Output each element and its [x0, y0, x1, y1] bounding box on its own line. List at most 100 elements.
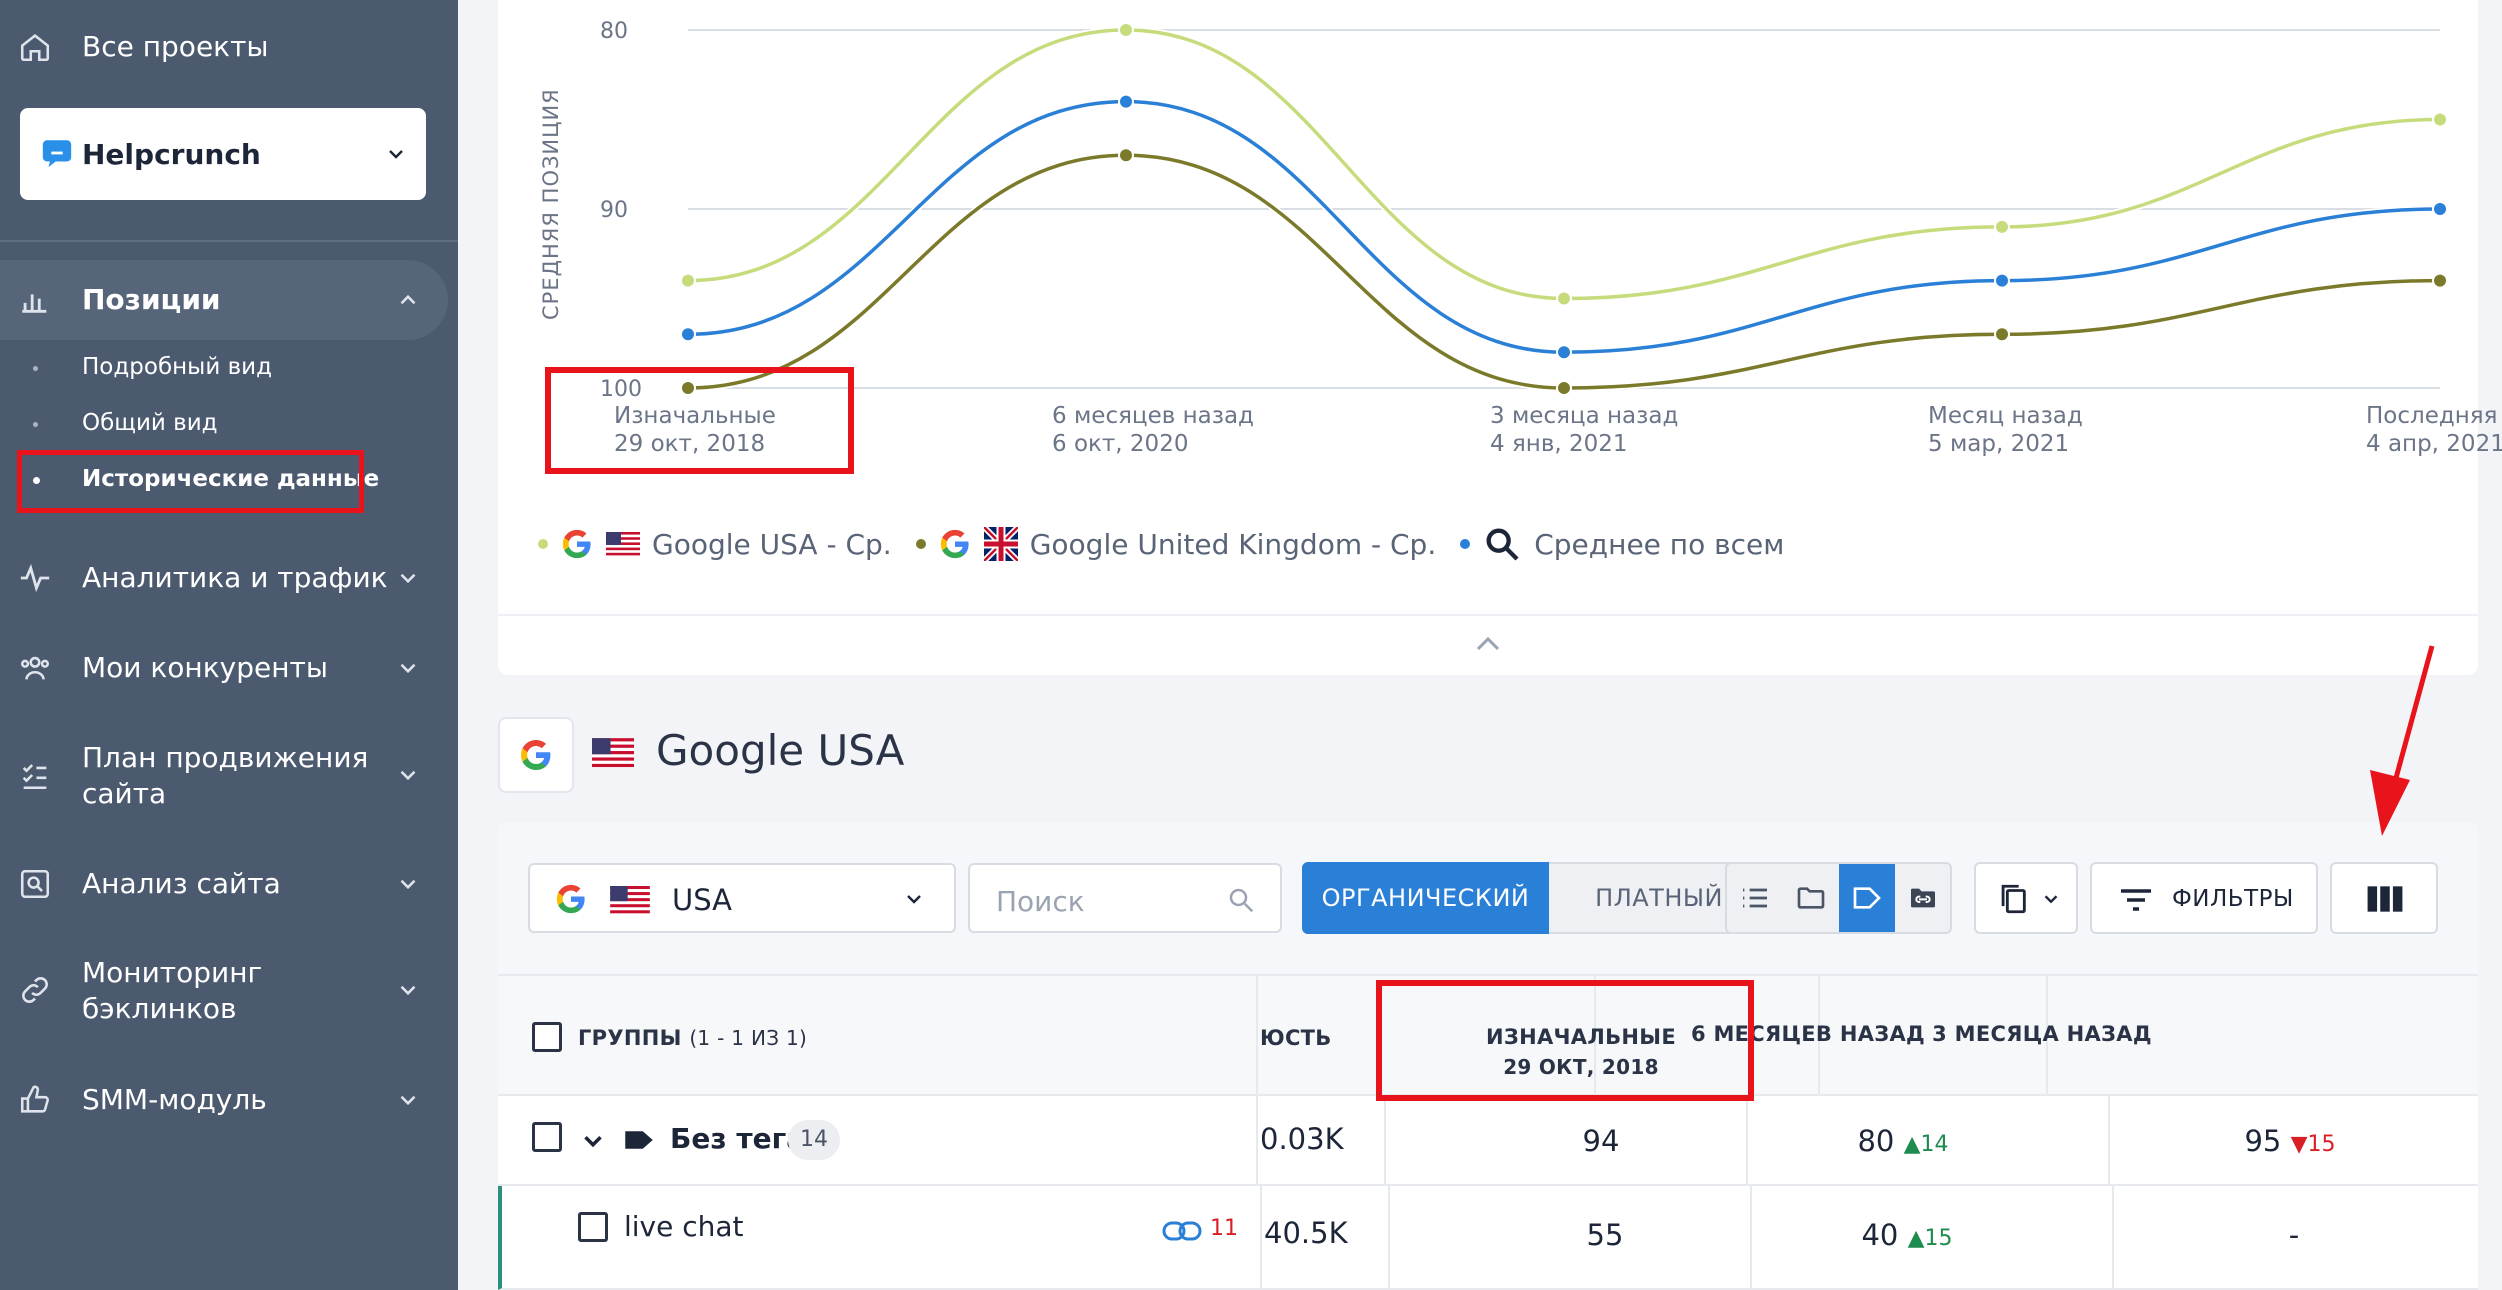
google-icon: [521, 740, 551, 770]
search-placeholder: Поиск: [996, 885, 1085, 918]
sidebar-item-label: SMM-модуль: [82, 1083, 267, 1116]
chevron-down-icon: [2044, 895, 2058, 904]
users-icon: [20, 656, 50, 680]
groups-label: ГРУППЫ: [578, 1026, 682, 1050]
sidebar-item-backlinks[interactable]: Мониторинг бэклинков: [0, 955, 458, 1025]
sidebar-item-competitors[interactable]: Мои конкуренты: [0, 651, 458, 685]
keyword-count-badge: 14: [788, 1120, 840, 1160]
paid-tab-label: ПЛАТНЫЙ: [1595, 884, 1723, 912]
sidebar-item-smm[interactable]: SMM-модуль: [0, 1083, 458, 1117]
usa-flag-icon: [610, 886, 650, 914]
legend-item-uk[interactable]: Google United Kingdom - Ср.: [915, 527, 1437, 561]
activity-icon: [20, 563, 50, 593]
series-point: [1118, 147, 1134, 164]
groups-header[interactable]: ГРУППЫ (1 - 1 ИЗ 1): [578, 1026, 807, 1050]
copy-menu-button[interactable]: [1974, 862, 2078, 934]
chart-footer-divider: [498, 614, 2478, 616]
list-view-button[interactable]: [1727, 864, 1783, 932]
y-axis-label: СРЕДНЯЯ ПОЗИЦИЯ: [539, 88, 563, 320]
series-point: [1994, 326, 2010, 343]
link-icon[interactable]: [1162, 1220, 1202, 1242]
x-tick-label: 5 мар, 2021: [1928, 431, 2069, 457]
x-tick-label: 4 апр, 2021: [2366, 431, 2502, 457]
six-months-value: 40: [1861, 1218, 1899, 1252]
chart-legend: Google USA - Ср. Google United Kingdom -…: [538, 524, 1808, 564]
chevron-down-icon[interactable]: [578, 1126, 608, 1156]
chevron-down-icon: [400, 573, 416, 584]
x-tick-label: 6 окт, 2020: [1052, 431, 1188, 457]
chevron-down-icon: [400, 879, 416, 890]
series-point: [1994, 272, 2010, 289]
x-tick-label: Последняя пров: [2366, 403, 2502, 429]
legend-item-avg[interactable]: Среднее по всем: [1460, 524, 1784, 564]
linked-folder-icon: [1911, 888, 1935, 908]
series-point: [1118, 22, 1134, 38]
chevron-down-icon: [400, 663, 416, 674]
legend-label: Google United Kingdom - Ср.: [1029, 527, 1437, 561]
sidebar-item-label: Мои конкуренты: [82, 651, 328, 684]
y-tick-label: 80: [600, 19, 628, 44]
frequency-header[interactable]: ЮСТЬ: [1260, 1026, 1340, 1050]
usa-flag-icon: [592, 738, 634, 768]
sidebar-item-plan[interactable]: План продвижения сайта: [0, 740, 458, 810]
paid-tab[interactable]: ПЛАТНЫЙ: [1549, 862, 1729, 934]
delta-value: 15: [1924, 1226, 1953, 1251]
section-title: Google USA: [656, 726, 905, 775]
filters-button[interactable]: ФИЛЬТРЫ: [2090, 862, 2318, 934]
filter-icon: [2121, 889, 2151, 911]
filters-label: ФИЛЬТРЫ: [2172, 886, 2294, 912]
tag-icon: [1853, 887, 1881, 909]
link-icon: [22, 977, 48, 1003]
search-input[interactable]: Поиск: [968, 863, 1282, 933]
legend-label: Среднее по всем: [1534, 527, 1785, 561]
annotation-arrow-icon: [2370, 645, 2435, 836]
six-months-cell: 40 ▲15: [1752, 1218, 2062, 1252]
label-line: сайта: [82, 777, 167, 810]
country-select[interactable]: USA: [528, 863, 956, 933]
tag-view-button[interactable]: [1839, 864, 1895, 932]
linked-folder-view-button[interactable]: [1895, 864, 1951, 932]
columns-icon: [2367, 886, 2403, 912]
chevron-down-icon: [400, 985, 416, 996]
links-count: 11: [1210, 1216, 1238, 1241]
highlight-box: [1376, 980, 1754, 1101]
row-checkbox[interactable]: [532, 1122, 562, 1152]
columns-button[interactable]: [2330, 862, 2438, 934]
legend-label: Google USA - Ср.: [652, 527, 892, 561]
series-point: [1556, 344, 1572, 361]
table-row: live chat 11 40.5K 55 40 ▲15 -: [498, 1186, 2478, 1290]
series-point: [2432, 111, 2448, 128]
collapse-chevron-icon[interactable]: [1472, 632, 1504, 656]
organic-tab[interactable]: ОРГАНИЧЕСКИЙ: [1302, 862, 1549, 934]
row-checkbox[interactable]: [578, 1212, 608, 1242]
folder-view-button[interactable]: [1783, 864, 1839, 932]
keyword-name[interactable]: live chat: [624, 1210, 744, 1243]
three-months-value: -: [2288, 1218, 2300, 1252]
search-icon: [1229, 888, 1254, 913]
series-point: [2432, 272, 2448, 289]
select-all-checkbox[interactable]: [532, 1022, 562, 1052]
table-row: Без тега 14 0.03K 94 80 ▲14 95 ▼15: [498, 1096, 2478, 1186]
x-tick-label: 4 янв, 2021: [1490, 431, 1628, 457]
folder-icon: [1797, 887, 1825, 909]
google-icon: [940, 529, 969, 559]
six-months-value: 80: [1857, 1124, 1895, 1158]
highlight-box: [545, 367, 854, 474]
six-months-cell: 80 ▲14: [1748, 1124, 2058, 1158]
legend-item-usa[interactable]: Google USA - Ср.: [538, 527, 892, 561]
delta-value: 14: [1920, 1132, 1949, 1157]
checklist-icon: [22, 764, 47, 790]
chevron-down-icon: [400, 1095, 416, 1106]
list-icon: [1743, 888, 1767, 908]
group-name[interactable]: Без тега: [670, 1122, 805, 1155]
sidebar-item-label: Аналитика и трафик: [82, 561, 388, 594]
sidebar-item-analytics[interactable]: Аналитика и трафик: [0, 561, 458, 595]
x-tick-label: 3 месяца назад: [1490, 403, 1678, 429]
series-point: [1556, 380, 1572, 396]
three-months-header[interactable]: 3 МЕСЯЦА НАЗАД: [1822, 1022, 2262, 1046]
delta-up: ▲14: [1903, 1132, 1949, 1157]
sidebar-item-site-analysis[interactable]: Анализ сайта: [0, 867, 458, 901]
site-search-icon: [20, 869, 50, 899]
sidebar-item-label: Мониторинг бэклинков: [82, 955, 262, 1027]
x-tick-label: Месяц назад: [1928, 403, 2083, 429]
